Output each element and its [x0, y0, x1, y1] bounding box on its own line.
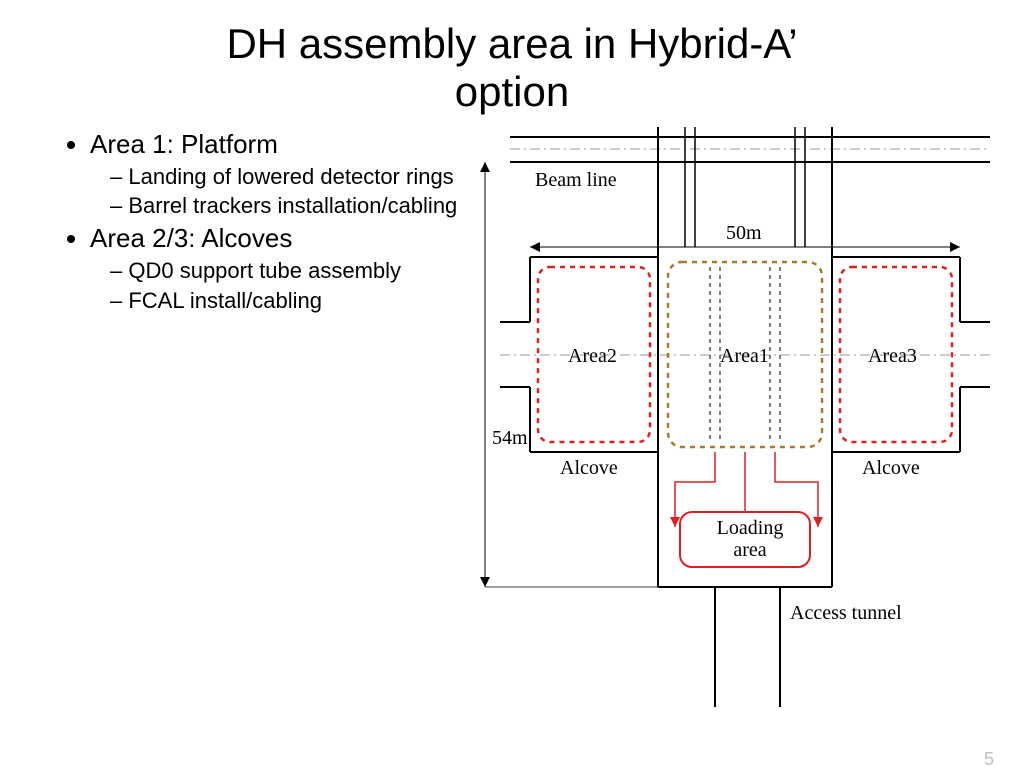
title-line1: DH assembly area in Hybrid-A’: [226, 20, 797, 67]
bullet-area1: Area 1: Platform Landing of lowered dete…: [90, 127, 460, 221]
alcove-left-label: Alcove: [560, 457, 618, 480]
bullet-area23: Area 2/3: Alcoves QD0 support tube assem…: [90, 221, 460, 315]
area2-label: Area2: [568, 345, 617, 368]
alcove-right-label: Alcove: [862, 457, 920, 480]
page-number: 5: [984, 749, 994, 768]
bullet-list: Area 1: Platform Landing of lowered dete…: [60, 127, 460, 707]
diagram: Beam line 50m 54m Area2 Area1 Area3 Alco…: [470, 127, 990, 707]
bullet-area1-sub2: Barrel trackers installation/cabling: [110, 191, 460, 221]
area3-label: Area3: [868, 345, 917, 368]
access-tunnel-label: Access tunnel: [790, 602, 902, 625]
bullet-area23-sub1: QD0 support tube assembly: [110, 256, 460, 286]
beam-line-label: Beam line: [535, 169, 617, 192]
bullet-area1-sub1: Landing of lowered detector rings: [110, 162, 460, 192]
title-line2: option: [455, 68, 569, 115]
bullet-area23-title: Area 2/3: Alcoves: [90, 223, 292, 253]
slide-title: DH assembly area in Hybrid-A’ option: [0, 20, 1024, 117]
diagram-svg: [470, 127, 990, 707]
height-dim-label: 54m: [492, 427, 528, 450]
width-dim-label: 50m: [726, 222, 762, 245]
loading-area-label: Loading area: [710, 517, 790, 561]
area1-label: Area1: [720, 345, 769, 368]
bullet-area23-sub2: FCAL install/cabling: [110, 286, 460, 316]
bullet-area1-title: Area 1: Platform: [90, 129, 278, 159]
